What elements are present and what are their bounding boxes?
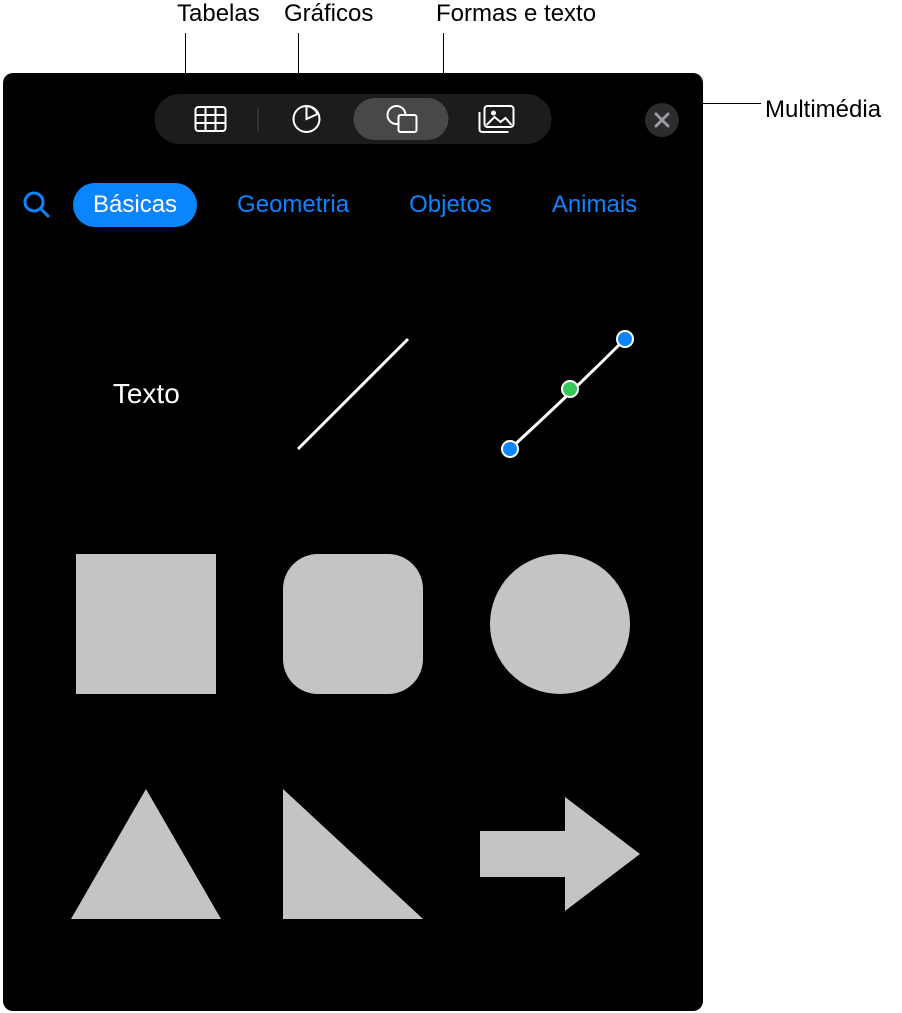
- callout-shapes-text: Formas e texto: [436, 0, 596, 28]
- category-geometry[interactable]: Geometria: [217, 183, 369, 227]
- shapes-icon: [384, 104, 418, 134]
- shape-circle[interactable]: [456, 509, 663, 739]
- shape-curve[interactable]: [456, 279, 663, 509]
- line-icon: [278, 319, 428, 469]
- callout-charts: Gráficos: [284, 0, 373, 28]
- shapes-grid: Texto: [3, 279, 703, 969]
- shape-triangle[interactable]: [43, 739, 250, 969]
- curve-icon: [480, 319, 640, 469]
- shape-arrow[interactable]: [456, 739, 663, 969]
- media-tab[interactable]: [449, 98, 544, 140]
- square-icon: [76, 554, 216, 694]
- text-shape-label: Texto: [113, 378, 180, 410]
- shape-rounded-square[interactable]: [250, 509, 457, 739]
- triangle-icon: [66, 784, 226, 924]
- close-icon: [654, 112, 670, 128]
- tables-tab[interactable]: [163, 98, 258, 140]
- callout-tables: Tabelas: [177, 0, 260, 28]
- close-button[interactable]: [645, 103, 679, 137]
- charts-tab[interactable]: [259, 98, 354, 140]
- shapes-tab[interactable]: [354, 98, 449, 140]
- shape-text[interactable]: Texto: [43, 279, 250, 509]
- category-basic[interactable]: Básicas: [73, 183, 197, 227]
- insert-toolbar: [155, 94, 552, 144]
- insert-panel: Básicas Geometria Objetos Animais Texto: [3, 73, 703, 1011]
- media-icon: [478, 105, 514, 133]
- table-icon: [194, 106, 226, 132]
- shape-line[interactable]: [250, 279, 457, 509]
- search-icon: [23, 191, 51, 219]
- callout-media: Multimédia: [765, 96, 881, 124]
- category-objects[interactable]: Objetos: [389, 183, 512, 227]
- search-button[interactable]: [21, 189, 53, 221]
- pie-chart-icon: [291, 104, 321, 134]
- arrow-right-icon: [475, 789, 645, 919]
- circle-icon: [490, 554, 630, 694]
- rounded-square-icon: [283, 554, 423, 694]
- category-animals[interactable]: Animais: [532, 183, 657, 227]
- shape-square[interactable]: [43, 509, 250, 739]
- right-triangle-icon: [278, 784, 428, 924]
- shape-right-triangle[interactable]: [250, 739, 457, 969]
- category-bar: Básicas Geometria Objetos Animais: [3, 183, 703, 227]
